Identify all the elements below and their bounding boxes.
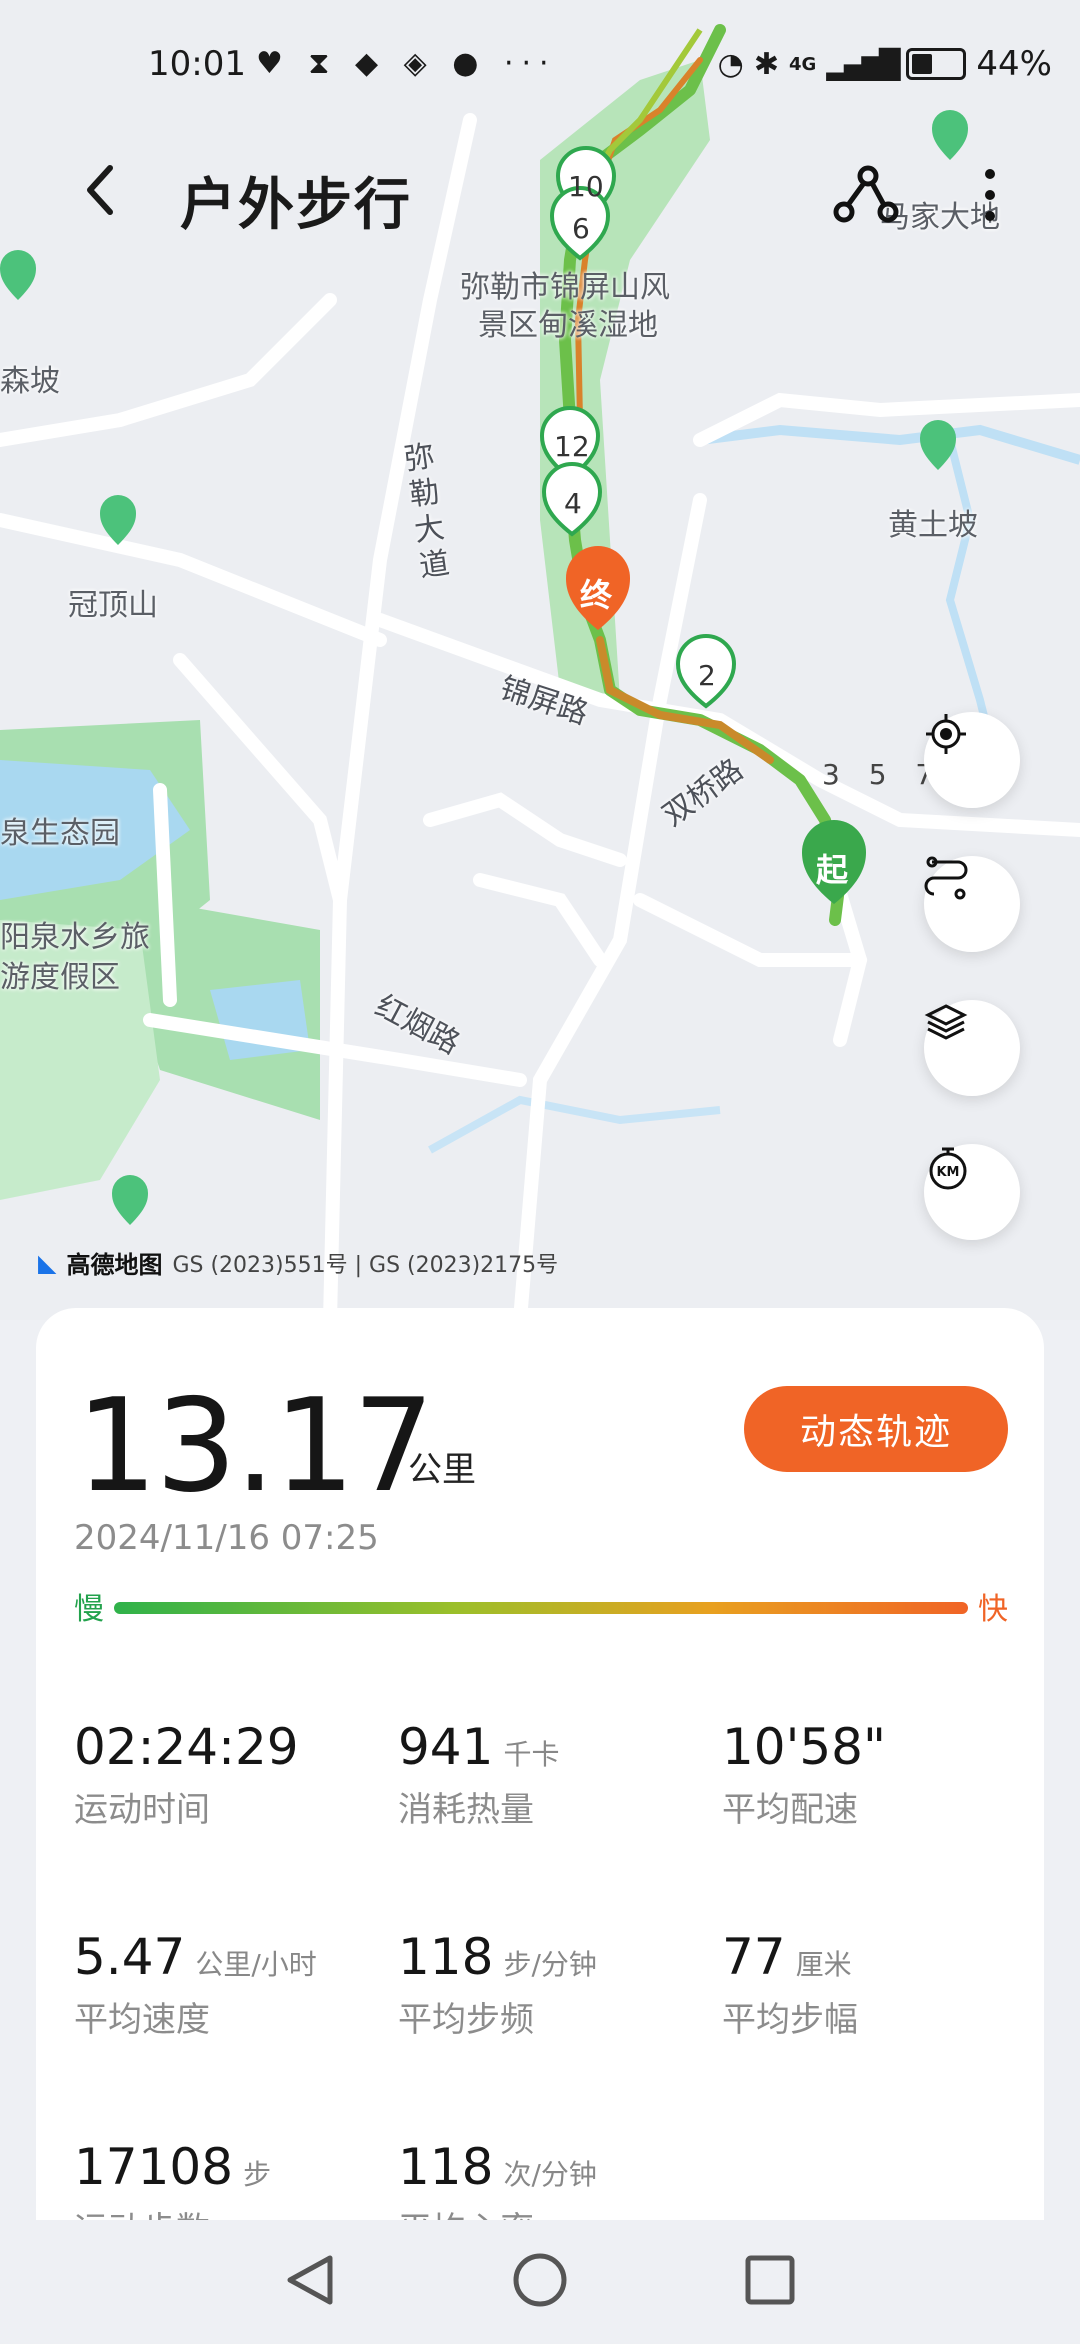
speed-icon: ◔ xyxy=(717,46,744,82)
amap-logo: 高德地图 xyxy=(66,1251,163,1279)
stat-value: 02:24:29 xyxy=(74,1718,299,1776)
stat-value: 941 xyxy=(398,1718,494,1776)
route-share-button[interactable] xyxy=(830,160,900,230)
stat-value: 118 xyxy=(398,1928,494,1986)
slow-label: 慢 xyxy=(74,1592,104,1627)
status-icons-right: ◔ ✱ 4G ▂▄▆█ 44% xyxy=(718,44,1052,84)
route-path-icon xyxy=(833,165,899,223)
pace-gradient-bar xyxy=(114,1602,968,1614)
fast-label: 快 xyxy=(978,1592,1008,1627)
stat-value: 17108 xyxy=(74,2138,234,2196)
km-marker-4: 4 xyxy=(564,487,582,520)
status-time: 10:01 xyxy=(148,44,246,84)
distance-value: 13.17 xyxy=(76,1372,434,1521)
place-label: 阳泉水乡旅 xyxy=(0,920,150,955)
dynamic-track-button[interactable]: 动态轨迹 xyxy=(744,1386,1008,1472)
page-title: 户外步行 xyxy=(180,173,412,238)
stat-value: 5.47 xyxy=(74,1928,186,1986)
stat-unit: 千卡 xyxy=(503,1738,560,1771)
stat-label: 消耗热量 xyxy=(398,1790,534,1830)
place-label: 冠顶山 xyxy=(68,588,158,623)
end-marker[interactable]: 终 xyxy=(580,570,612,616)
back-button[interactable] xyxy=(80,160,140,230)
signal-icon: ▂▄▆█ xyxy=(826,47,900,81)
amap-logo-icon: ◣ xyxy=(38,1248,57,1277)
battery-percent: 44% xyxy=(976,44,1052,84)
stat-value: 118 xyxy=(398,2138,494,2196)
stat-cadence: 118 步/分钟 平均步频 xyxy=(398,1928,597,2041)
stat-label: 运动时间 xyxy=(74,1790,210,1830)
place-label: 游度假区 xyxy=(0,960,120,995)
place-label: 黄土坡 xyxy=(888,508,978,543)
network-type: 4G xyxy=(788,53,817,75)
workout-summary-card[interactable]: 13.17 公里 动态轨迹 2024/11/16 07:25 慢 快 02:24… xyxy=(36,1308,1044,2250)
stat-value: 77 xyxy=(722,1928,786,1986)
notification-icons: ♥ ⧗ ◆ ◈ ● ··· xyxy=(256,46,557,81)
nav-back-icon xyxy=(287,2255,333,2305)
stat-unit: 步/分钟 xyxy=(503,1948,597,1981)
stat-value: 10'58" xyxy=(722,1718,886,1776)
distance-unit: 公里 xyxy=(408,1450,476,1490)
stat-label: 平均速度 xyxy=(74,2000,210,2040)
stat-unit: 次/分钟 xyxy=(503,2158,597,2191)
layers-icon xyxy=(924,1004,968,1040)
more-vertical-icon xyxy=(985,169,995,221)
place-label: 森坡 xyxy=(0,364,60,399)
locate-button[interactable] xyxy=(924,712,1020,808)
bluetooth-icon: ✱ xyxy=(753,46,779,82)
stat-avg-pace: 10'58" 平均配速 xyxy=(722,1718,896,1831)
battery-icon xyxy=(906,48,967,80)
layers-button[interactable] xyxy=(924,1000,1020,1096)
system-nav-bar xyxy=(0,2220,1080,2340)
more-options-button[interactable] xyxy=(970,160,1010,230)
stat-label: 平均步频 xyxy=(398,2000,534,2040)
route-style-icon xyxy=(924,856,968,900)
km-timer-button[interactable]: KM xyxy=(924,1144,1020,1240)
nav-icons xyxy=(287,2253,795,2307)
stat-unit: 公里/小时 xyxy=(195,1948,317,1981)
svg-text:KM: KM xyxy=(936,1165,959,1180)
stat-calories: 941 千卡 消耗热量 xyxy=(398,1718,559,1831)
stat-duration: 02:24:29 运动时间 xyxy=(74,1718,309,1831)
stat-unit: 厘米 xyxy=(795,1948,852,1981)
stat-stride: 77 厘米 平均步幅 xyxy=(722,1928,858,2041)
km-marker-12: 12 xyxy=(554,430,590,463)
stat-label: 平均步幅 xyxy=(722,2000,858,2040)
map-attribution: ◣ 高德地图 GS (2023)551号 | GS (2023)2175号 xyxy=(38,1245,558,1280)
stopwatch-km-icon: KM xyxy=(929,1147,967,1190)
place-label: 泉生态园 xyxy=(0,816,120,851)
stat-label: 平均配速 xyxy=(722,1790,858,1830)
status-bar: 10:01 ♥ ⧗ ◆ ◈ ● ··· ◔ ✱ 4G ▂▄▆█ 44% xyxy=(0,38,1080,98)
app-header: 户外步行 xyxy=(0,150,1080,240)
km-marker-2: 2 xyxy=(698,659,716,692)
workout-date: 2024/11/16 07:25 xyxy=(74,1518,379,1558)
start-marker[interactable]: 起 xyxy=(816,845,848,891)
nav-recents-icon xyxy=(745,2255,795,2305)
stat-avg-speed: 5.47 公里/小时 平均速度 xyxy=(74,1928,317,2041)
place-label: 景区甸溪湿地 xyxy=(478,308,658,343)
route-style-button[interactable] xyxy=(924,856,1020,952)
stat-unit: 步 xyxy=(243,2158,272,2191)
locate-icon xyxy=(926,714,966,754)
attribution-text: GS (2023)551号 | GS (2023)2175号 xyxy=(172,1252,559,1278)
nav-home-icon xyxy=(513,2253,567,2307)
chevron-left-icon xyxy=(87,165,113,215)
